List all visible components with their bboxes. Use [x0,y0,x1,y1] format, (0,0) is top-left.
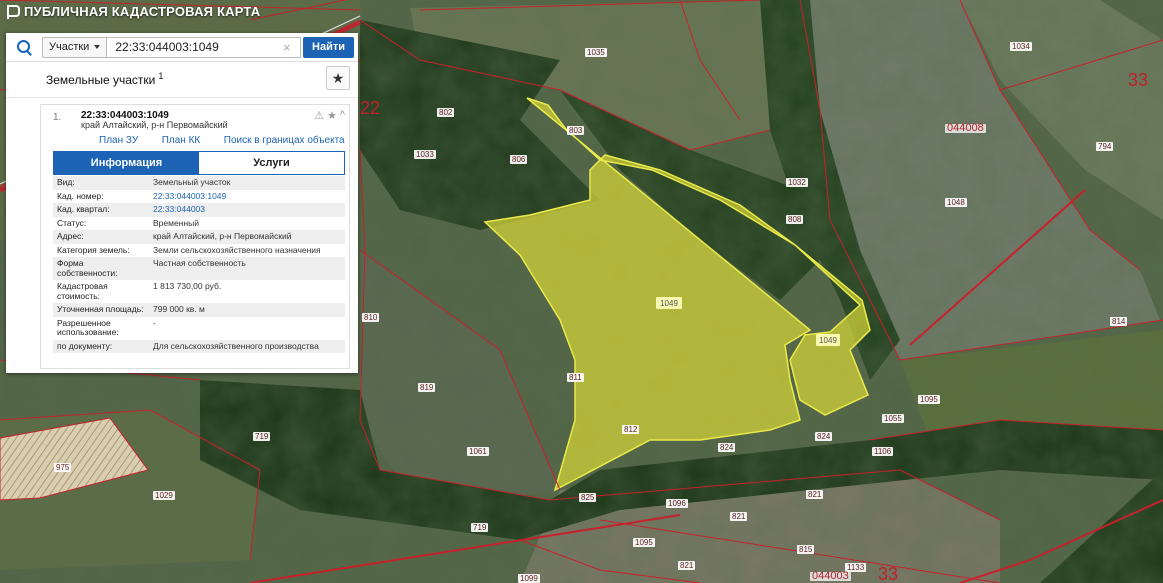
table-row: Форма собственности: Частная собственност… [53,257,345,280]
app-title: ПУБЛИЧНАЯ КАДАСТРОВАЯ КАРТА [24,4,261,19]
map-label-quarter-33: 33 [1128,70,1149,90]
map-label-1033: 1033 [414,150,436,159]
object-type-select[interactable]: Участки [42,36,108,58]
table-row: Адрес: край Алтайский, р-н Первомайский [53,230,345,244]
map-label-1099: 1099 [518,574,540,583]
result-card: 1. 22:33:044003:1049 край Алтайский, р-н… [40,104,350,369]
result-tabs: Информация Услуги [53,151,345,175]
info-table: Вид: Земельный участок Кад. номер: 22:33:0… [53,176,345,353]
map-label-794: 794 [1096,142,1114,151]
star-icon[interactable]: ★ [327,109,337,122]
object-type-label: Участки [49,41,90,53]
results-title: Земельные участки 1 [46,71,163,87]
table-row: Кад. квартал: 22:33:044003 [53,203,345,217]
map-label-821-a: 821 [806,490,824,499]
map-label-1034: 1034 [1010,42,1032,51]
table-row: Статус: Временный [57,217,199,228]
map-label-quarter-22: 22 [360,98,381,118]
warning-icon[interactable]: ⚠ [314,109,324,122]
map-label-824-a: 824 [815,432,833,441]
result-index: 1. [53,112,62,123]
svg-text:1049: 1049 [660,299,678,308]
map-label-802: 802 [437,108,455,117]
search-panel: Участки × Найти Земельные участки1 ★ 1. … [6,33,358,373]
map-label-quarter-044003: 044003 [810,570,851,582]
results-title-text: Земельные участки [46,73,156,87]
table-row: по документу: Для сельскохозяйственного п… [53,339,345,353]
table-row: Вид: Земельный участок [53,176,345,190]
map-label-1032: 1032 [786,178,808,187]
map-label-814: 814 [1110,317,1128,326]
map-label-1061: 1061 [467,447,489,456]
map-label-quarter-044008: 044008 [945,122,986,134]
results-count: 1 [158,71,164,81]
favorites-button[interactable]: ★ [326,66,350,90]
table-row: Разрешенное использование: - [57,317,156,337]
rosreestr-logo-icon [6,4,20,19]
cadastral-quarter-link[interactable]: 22:33:044003 [149,203,345,217]
map-label-1048: 1048 [945,198,967,207]
table-row: Кад. номер: 22:33:044003:1049 [53,190,345,204]
map-label-808: 808 [786,215,804,224]
map-label-803: 803 [567,126,585,135]
map-label-821-c: 821 [678,561,696,570]
table-row: Уточненная площадь: 799 000 кв. м [53,303,345,317]
tab-information[interactable]: Информация [54,152,199,174]
result-address: край Алтайский, р-н Первомайский [81,120,228,130]
map-label-1095-c: 1095 [633,538,655,547]
search-icon[interactable] [6,33,42,62]
map-label-824-b: 824 [718,443,736,452]
search-input[interactable] [107,36,302,58]
map-label-811: 811 [567,373,584,382]
map-label-1106: 1106 [872,447,894,456]
map-label-821-b: 821 [730,512,748,521]
parcel-label-1049-right: 1049 [816,334,840,346]
map-label-1096: 1096 [666,499,688,508]
search-button[interactable]: Найти [303,36,354,58]
star-icon: ★ [331,69,345,86]
map-label-812: 812 [622,425,640,434]
parcel-label-1049-top: 1049 [656,297,682,309]
table-row: Кадастровая стоимость: 1 813 730,00 руб. [57,281,222,301]
map-label-815: 815 [797,545,815,554]
map-label-719-b: 719 [471,523,489,532]
map-label-quarter-33-south: 33 [878,564,899,583]
svg-text:1049: 1049 [819,336,837,345]
tab-services[interactable]: Услуги [199,152,344,174]
map-label-719-a: 719 [253,432,271,441]
map-label-1035: 1035 [585,48,607,57]
results-header: Земельные участки 1 ★ [6,62,358,98]
map-label-825: 825 [579,493,597,502]
table-row: Категория земель: Земли сельскохозяйствен… [57,244,321,255]
map-label-1029: 1029 [153,491,175,500]
chevron-down-icon [94,45,101,49]
map-label-806: 806 [510,155,528,164]
cadastral-number-link[interactable]: 22:33:044003:1049 [149,190,345,204]
result-actions: ⚠ ★ ^ [314,109,345,122]
app-header: ПУБЛИЧНАЯ КАДАСТРОВАЯ КАРТА [6,4,260,19]
clear-icon[interactable]: × [283,40,297,55]
map-label-975: 975 [54,463,72,472]
search-bar: Участки × Найти [6,33,358,62]
collapse-icon[interactable]: ^ [340,109,345,122]
map-label-819: 819 [418,383,436,392]
map-label-1055: 1055 [882,414,904,423]
map-label-810: 810 [362,313,380,322]
map-label-1095-a: 1095 [918,395,940,404]
